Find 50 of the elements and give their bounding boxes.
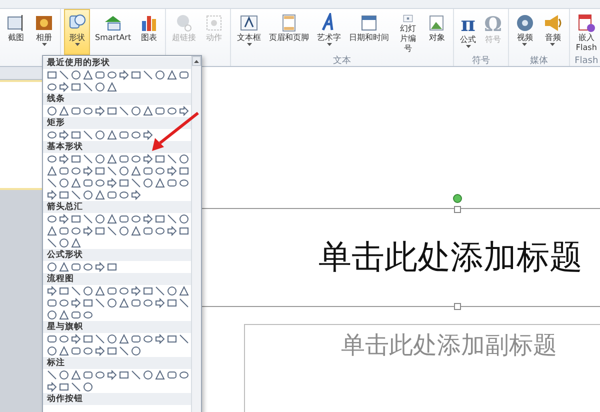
section-heading: 最近使用的形状 (43, 57, 191, 69)
rotation-handle[interactable] (453, 194, 462, 203)
globe-link-icon (174, 13, 194, 33)
subtitle-text: 单击此处添加副标题 (341, 331, 557, 359)
title-text: 单击此处添加标题 (318, 236, 582, 278)
ribbon-button[interactable]: 日期和时间 (346, 9, 392, 55)
ribbon-button[interactable]: 页眉和页脚 (266, 9, 312, 55)
group-label: 媒体 (528, 56, 549, 66)
group-label: 符号 (471, 56, 492, 66)
section-heading: 公式形状 (43, 249, 191, 261)
group-label: 文本 (332, 56, 352, 66)
scroll-up-button[interactable] (192, 56, 201, 66)
section-heading: 流程图 (43, 273, 191, 285)
action-icon (204, 13, 224, 33)
resize-handle[interactable] (454, 206, 461, 213)
flash-document-icon (576, 13, 596, 33)
slide-thumbnail[interactable] (0, 80, 42, 190)
ribbon-button[interactable]: 图表 (136, 9, 162, 55)
ribbon-button[interactable]: 视频 (512, 9, 538, 55)
scrollbar[interactable] (191, 56, 201, 412)
section-heading: 动作按钮 (43, 393, 191, 405)
omega-icon: Ω (484, 13, 502, 35)
film-reel-icon (514, 13, 535, 33)
section-heading: 基本形状 (43, 141, 191, 153)
resize-handle[interactable] (454, 303, 461, 310)
up-arrow-icon (194, 60, 199, 62)
section-heading: 线条 (43, 93, 191, 105)
ribbon-button[interactable]: 相册 (31, 9, 57, 55)
ribbon-button[interactable]: 音频 (540, 9, 566, 55)
ribbon-button[interactable]: 对象 (424, 9, 450, 55)
section-heading: 矩形 (43, 117, 191, 129)
group-label: Flash (574, 56, 600, 66)
ribbon-button[interactable]: 截图 (3, 9, 29, 55)
section-heading: 箭头总汇 (43, 201, 191, 213)
ribbon-button[interactable]: 艺术字 (314, 9, 344, 55)
ribbon-button[interactable]: 形状 (64, 9, 90, 55)
calendar-icon (359, 13, 380, 33)
speaker-icon (542, 13, 563, 33)
ribbon-button[interactable]: π 公式 (457, 9, 480, 55)
section-heading: 标注 (43, 357, 191, 369)
text-box-icon (239, 13, 260, 33)
photo-album-icon (34, 13, 54, 33)
ribbon-button[interactable]: 嵌入 Flash (572, 9, 600, 55)
pi-icon: π (460, 13, 476, 35)
ribbon-button[interactable]: 幻灯片编号 (394, 9, 422, 55)
ribbon-button[interactable]: 文本框 (234, 9, 264, 55)
smartart-icon (103, 13, 124, 33)
pointer-arrow (152, 112, 199, 151)
ribbon-button[interactable]: SmartArt (92, 9, 134, 55)
section-heading: 星与旗帜 (43, 321, 191, 333)
